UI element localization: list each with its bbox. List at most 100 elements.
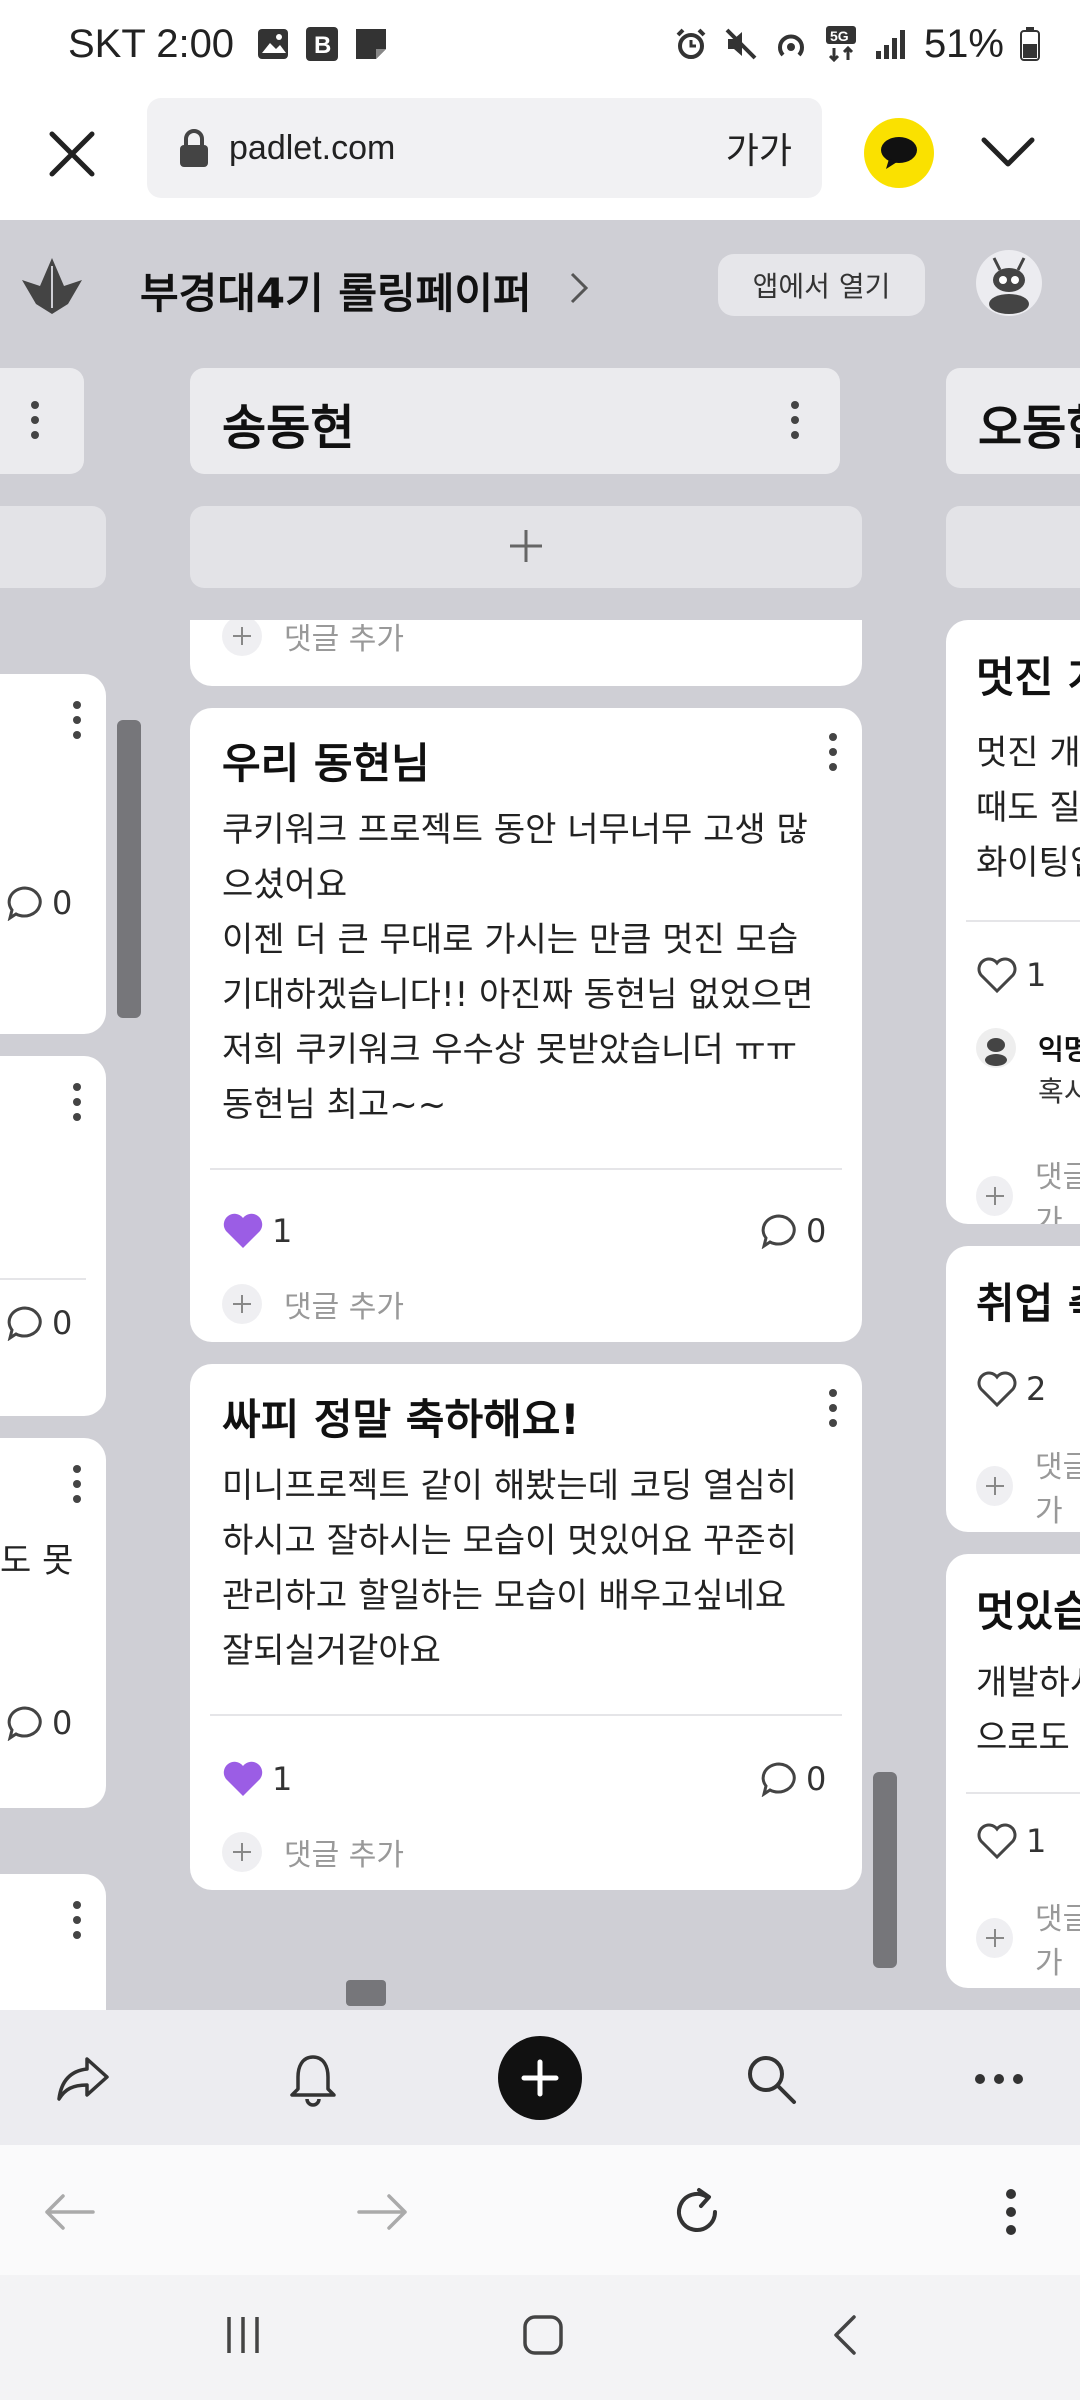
- more-vertical-icon[interactable]: [72, 700, 82, 740]
- more-vertical-icon[interactable]: [72, 1464, 82, 1504]
- heart-icon: [223, 1213, 263, 1248]
- right-card-1[interactable]: 멋진 개 멋진 개 때도 질 화이팅입 1 익명 혹시 댓글 추가: [946, 620, 1080, 1224]
- heart-outline-icon: [977, 957, 1017, 994]
- more-vertical-icon[interactable]: [30, 400, 40, 440]
- add-post-bar-right[interactable]: [946, 506, 1080, 588]
- share-button[interactable]: [48, 2044, 118, 2114]
- signal-icon: [875, 30, 905, 59]
- like-button[interactable]: 1: [976, 1822, 1046, 1860]
- plus-icon: [985, 1187, 1004, 1205]
- post-body: 쿠키워크 프로젝트 동안 너무너무 고생 많 으셨어요 이젠 더 큰 무대로 가…: [222, 810, 814, 1125]
- card-divider: [210, 1168, 842, 1170]
- heart-icon: [223, 1761, 263, 1796]
- more-vertical-icon[interactable]: [790, 400, 800, 440]
- kakao-button[interactable]: [864, 118, 934, 188]
- more-vertical-icon[interactable]: [828, 732, 838, 772]
- address-bar[interactable]: padlet.com 가가: [147, 98, 822, 198]
- menu-button[interactable]: [976, 2177, 1046, 2247]
- more-vertical-icon: [1006, 2189, 1016, 2235]
- comment-count[interactable]: 0: [6, 884, 72, 922]
- open-in-app-button[interactable]: 앱에서 열기: [718, 254, 925, 316]
- share-icon: [57, 2057, 109, 2101]
- plus-icon: [233, 1843, 251, 1861]
- add-post-fab[interactable]: [498, 2036, 582, 2120]
- padlet-toolbar: [0, 2010, 1080, 2145]
- plus-icon: [510, 530, 542, 562]
- card-divider: [966, 920, 1080, 922]
- chat-bubble-icon: [881, 137, 917, 169]
- add-comment-button[interactable]: 댓글 추가: [976, 1894, 1080, 1982]
- add-comment-button[interactable]: 댓글 추가: [222, 1282, 404, 1326]
- text-size-button[interactable]: 가가: [726, 122, 792, 174]
- post-body: 미니프로젝트 같이 해봤는데 코딩 열심히 하시고 잘하시는 모습이 멋있어요 …: [222, 1466, 797, 1671]
- add-post-bar-left[interactable]: [0, 506, 106, 588]
- left-card-2[interactable]: 0: [0, 1056, 106, 1416]
- post-card[interactable]: 싸피 정말 축하해요! 미니프로젝트 같이 해봤는데 코딩 열심히 하시고 잘하…: [190, 1364, 862, 1890]
- mute-icon: [725, 28, 757, 60]
- browser-nav: [0, 2145, 1080, 2275]
- board-title[interactable]: 부경대4기 롤링페이퍼: [140, 260, 532, 321]
- like-button[interactable]: 1: [222, 1760, 292, 1798]
- system-back-button[interactable]: [810, 2305, 880, 2365]
- b-app-icon: B: [306, 27, 339, 61]
- column-title[interactable]: 송동현: [222, 388, 354, 458]
- status-bar: SKT 2:00 B 5G 51%: [0, 0, 1080, 88]
- comment-icon: [7, 886, 42, 921]
- column-header-left: [0, 368, 84, 474]
- left-card-4[interactable]: [0, 1874, 106, 2010]
- column-title[interactable]: 오동현: [978, 388, 1080, 458]
- like-button[interactable]: 1: [976, 956, 1046, 994]
- notifications-button[interactable]: [278, 2044, 348, 2114]
- svg-text:B: B: [314, 32, 331, 59]
- back-button[interactable]: [34, 2177, 104, 2247]
- more-vertical-icon[interactable]: [828, 1388, 838, 1428]
- comment-count[interactable]: 0: [6, 1704, 72, 1742]
- comment-count[interactable]: 0: [760, 1760, 826, 1798]
- left-card-3[interactable]: 도 못 0: [0, 1438, 106, 1808]
- forward-button[interactable]: [348, 2177, 418, 2247]
- plus-icon: [985, 1477, 1004, 1495]
- padlet-logo-icon[interactable]: [20, 256, 84, 316]
- search-button[interactable]: [736, 2044, 806, 2114]
- center-scrollbar[interactable]: [873, 1772, 897, 1968]
- status-right: 5G 51%: [674, 22, 1040, 67]
- home-button[interactable]: [508, 2305, 578, 2365]
- avatar[interactable]: [976, 250, 1042, 316]
- right-card-2[interactable]: 취업 축 2 댓글 추가: [946, 1246, 1080, 1532]
- reload-button[interactable]: [662, 2177, 732, 2247]
- more-horizontal-icon: [975, 2074, 1023, 2084]
- close-icon[interactable]: [42, 124, 102, 184]
- plus-icon: [233, 1295, 251, 1313]
- add-comment-button[interactable]: 댓글 추가: [222, 1830, 404, 1874]
- add-comment-button[interactable]: 댓글 추가: [976, 1152, 1080, 1224]
- post-card[interactable]: 우리 동현님 쿠키워크 프로젝트 동안 너무너무 고생 많 으셨어요 이젠 더 …: [190, 708, 862, 1342]
- chevron-left-icon: [834, 2315, 856, 2355]
- post-card-partial[interactable]: 댓글 추가: [190, 620, 862, 686]
- lock-icon: [180, 129, 208, 167]
- plus-icon: [521, 2059, 559, 2097]
- more-vertical-icon[interactable]: [72, 1082, 82, 1122]
- chevron-right-icon[interactable]: [568, 268, 592, 308]
- notification-icons: B: [256, 27, 388, 61]
- right-card-3[interactable]: 멋있습 개발하시 으로도 1 댓글 추가: [946, 1554, 1080, 1988]
- comment-count[interactable]: 0: [760, 1212, 826, 1250]
- comment-count[interactable]: 0: [6, 1304, 72, 1342]
- browser-toolbar: padlet.com 가가: [0, 88, 1080, 220]
- column-header-right: 오동현: [946, 368, 1080, 474]
- add-comment-button[interactable]: 댓글 추가: [222, 620, 404, 658]
- like-button[interactable]: 2: [976, 1370, 1046, 1408]
- more-button[interactable]: [964, 2044, 1034, 2114]
- plus-icon: [233, 627, 251, 645]
- left-scrollbar[interactable]: [117, 720, 141, 1018]
- like-button[interactable]: 1: [222, 1212, 292, 1250]
- padlet-board: 부경대4기 롤링페이퍼 앱에서 열기 0 0 도 못 0 송동현 댓글 추가 우…: [0, 220, 1080, 2010]
- comment-text: 혹시: [1038, 1075, 1080, 1108]
- left-card-1[interactable]: 0: [0, 674, 106, 1034]
- add-post-button[interactable]: [190, 506, 862, 588]
- horizontal-scrollbar[interactable]: [346, 1980, 386, 2006]
- chevron-down-icon[interactable]: [978, 128, 1038, 178]
- add-comment-button[interactable]: 댓글 추가: [976, 1442, 1080, 1530]
- note-icon: [356, 29, 387, 59]
- recent-apps-button[interactable]: [208, 2305, 278, 2365]
- more-vertical-icon[interactable]: [72, 1900, 82, 1940]
